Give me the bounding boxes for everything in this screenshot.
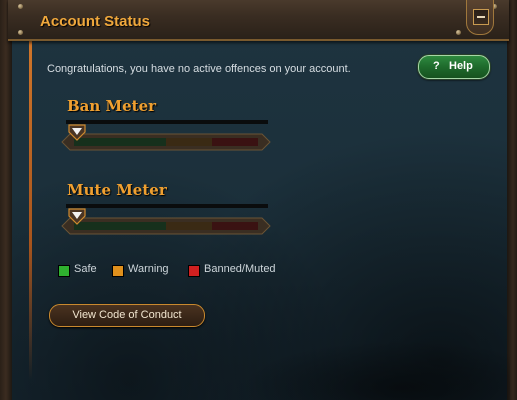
conduct-button-label: View Code of Conduct	[72, 309, 182, 321]
status-message: Congratulations, you have no active offe…	[47, 63, 351, 75]
ban-meter-title: Ban Meter	[67, 97, 157, 115]
panel-frame-left	[0, 0, 12, 400]
mute-meter-pointer	[68, 208, 86, 226]
rivet-icon	[456, 30, 461, 35]
legend-label-safe: Safe	[74, 263, 97, 275]
mute-meter-title: Mute Meter	[67, 181, 167, 199]
legend-swatch-safe	[58, 265, 70, 277]
legend-label-banned: Banned/Muted	[204, 263, 276, 275]
mute-meter-track-top	[66, 204, 268, 208]
question-icon: ?	[433, 60, 440, 72]
help-button[interactable]: ? Help	[418, 55, 490, 79]
view-code-of-conduct-button[interactable]: View Code of Conduct	[49, 304, 205, 327]
legend-swatch-warning	[112, 265, 124, 277]
ban-meter-pointer	[68, 124, 86, 142]
rivet-icon	[18, 30, 23, 35]
account-status-panel: Account Status Congratulations, you have…	[0, 0, 517, 400]
background-texture	[240, 340, 510, 400]
minus-icon[interactable]	[473, 9, 489, 25]
rivet-icon	[18, 4, 23, 9]
ban-meter-bar	[60, 132, 272, 152]
ban-meter-track-top	[66, 120, 268, 124]
legend-swatch-banned	[188, 265, 200, 277]
decorative-rod	[29, 40, 32, 380]
mute-meter-bar	[60, 216, 272, 236]
collapse-tab[interactable]	[466, 0, 494, 35]
legend-label-warning: Warning	[128, 263, 169, 275]
panel-title: Account Status	[40, 13, 151, 30]
help-button-label: Help	[449, 60, 473, 72]
